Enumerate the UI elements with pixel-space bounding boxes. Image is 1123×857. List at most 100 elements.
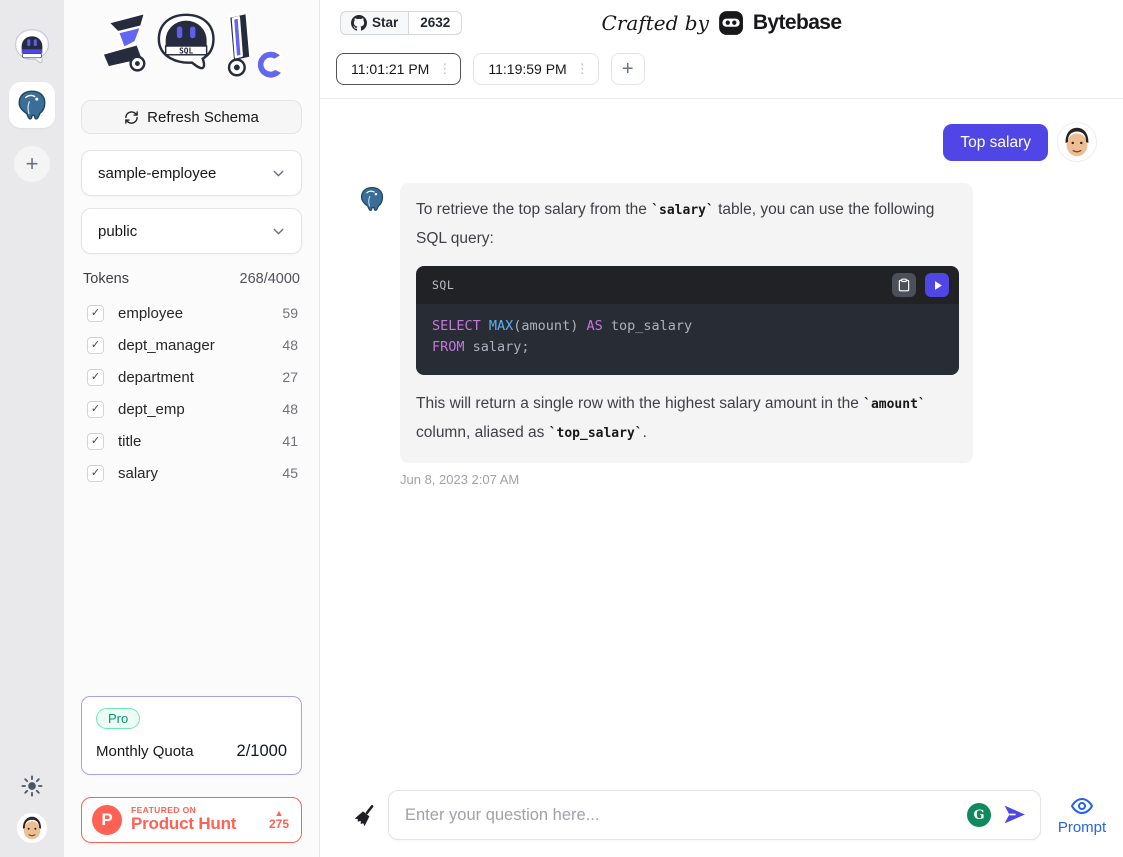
question-input[interactable]	[405, 806, 967, 825]
inline-code: `amount`	[863, 397, 926, 412]
add-connection-button[interactable]: +	[14, 146, 50, 182]
refresh-schema-button[interactable]: Refresh Schema	[81, 100, 302, 134]
checkbox-checked[interactable]: ✓	[87, 337, 104, 354]
table-list: ✓ employee 59 ✓ dept_manager 48 ✓ depart…	[81, 297, 302, 489]
database-select-value: sample-employee	[98, 165, 216, 182]
quota-value: 2/1000	[237, 742, 287, 761]
assistant-message-bubble: To retrieve the top salary from the `sal…	[400, 183, 973, 463]
star-count: 2632	[409, 11, 462, 35]
quota-card: Pro Monthly Quota 2/1000	[81, 696, 302, 775]
conversation-tab[interactable]: 11:19:59 PM ⋮	[473, 53, 598, 85]
svg-text:SQL: SQL	[179, 46, 193, 55]
checkbox-checked[interactable]: ✓	[87, 305, 104, 322]
schema-select-value: public	[98, 223, 137, 240]
sql-code-block: SQL	[416, 266, 959, 375]
table-token-count: 27	[282, 369, 298, 385]
sidebar-spacer	[81, 489, 302, 696]
top-bar: Star 2632 Crafted by Bytebase	[320, 0, 1123, 45]
postgres-connection-item[interactable]	[9, 82, 55, 128]
theme-toggle-sun-icon[interactable]	[21, 775, 43, 797]
quota-label: Monthly Quota	[96, 743, 194, 760]
assistant-paragraph-1: To retrieve the top salary from the `sal…	[416, 196, 957, 253]
workspace-rail: +	[0, 0, 64, 857]
checkbox-checked[interactable]: ✓	[87, 401, 104, 418]
message-list: Top salary	[320, 99, 1123, 857]
inline-code: `top_salary`	[549, 426, 643, 441]
user-account-avatar[interactable]	[17, 813, 47, 843]
checkbox-checked[interactable]: ✓	[87, 433, 104, 450]
new-conversation-button[interactable]: +	[611, 53, 645, 85]
table-token-count: 59	[282, 305, 298, 321]
message-timestamp: Jun 8, 2023 2:07 AM	[400, 472, 1097, 487]
assistant-paragraph-2: This will return a single row with the h…	[416, 390, 957, 448]
table-row-employee[interactable]: ✓ employee 59	[81, 297, 302, 329]
github-star-button[interactable]: Star 2632	[340, 11, 462, 35]
code-block-header: SQL	[416, 266, 959, 304]
conversation-tabbar: 11:01:21 PM ⋮ 11:19:59 PM ⋮ +	[320, 45, 1123, 99]
play-icon	[930, 278, 945, 293]
user-avatar	[1057, 122, 1097, 162]
checkbox-checked[interactable]: ✓	[87, 369, 104, 386]
table-row-dept-emp[interactable]: ✓ dept_emp 48	[81, 393, 302, 425]
assistant-postgres-avatar	[358, 185, 386, 213]
table-row-title[interactable]: ✓ title 41	[81, 425, 302, 457]
table-row-department[interactable]: ✓ department 27	[81, 361, 302, 393]
tab-menu-icon[interactable]: ⋮	[436, 61, 453, 77]
user-message-bubble: Top salary	[943, 124, 1048, 161]
clear-conversation-broom-icon[interactable]	[352, 802, 378, 828]
tokens-value: 268/4000	[240, 271, 300, 287]
tab-label: 11:19:59 PM	[488, 61, 566, 77]
table-name: department	[118, 369, 282, 386]
run-query-button[interactable]	[925, 273, 949, 297]
schema-sidebar: SQL Refresh Schema sampl	[64, 0, 320, 857]
product-hunt-name: Product Hunt	[131, 815, 260, 834]
prompt-label: Prompt	[1058, 819, 1106, 836]
checkbox-checked[interactable]: ✓	[87, 465, 104, 482]
table-name: salary	[118, 465, 282, 482]
product-hunt-logo-icon: P	[92, 805, 122, 835]
user-message-row: Top salary	[358, 122, 1097, 162]
tab-menu-icon[interactable]: ⋮	[574, 61, 591, 77]
table-name: title	[118, 433, 282, 450]
chat-main: Star 2632 Crafted by Bytebase 11:01:21 P…	[320, 0, 1123, 857]
copy-code-button[interactable]	[892, 273, 916, 297]
github-icon	[351, 15, 367, 31]
schema-select[interactable]: public	[81, 208, 302, 254]
sqlchat-logo: SQL	[81, 0, 302, 92]
table-row-dept-manager[interactable]: ✓ dept_manager 48	[81, 329, 302, 361]
table-token-count: 45	[282, 465, 298, 481]
clipboard-icon	[897, 278, 911, 292]
table-token-count: 48	[282, 337, 298, 353]
crafted-by-label: Crafted by	[602, 11, 709, 35]
pro-badge: Pro	[96, 708, 140, 729]
bytebase-brand-name: Bytebase	[753, 11, 842, 35]
postgresql-icon	[15, 88, 49, 122]
tab-label: 11:01:21 PM	[351, 61, 429, 77]
app-window: +	[0, 0, 1123, 857]
table-token-count: 41	[282, 433, 298, 449]
refresh-icon	[124, 110, 139, 125]
tokens-summary: Tokens 268/4000	[83, 271, 300, 287]
eye-icon	[1070, 794, 1094, 818]
grammarly-icon[interactable]: G	[967, 803, 991, 827]
database-select[interactable]: sample-employee	[81, 150, 302, 196]
send-button[interactable]	[1001, 802, 1027, 828]
product-hunt-badge[interactable]: P FEATURED ON Product Hunt ▲ 275	[81, 797, 302, 843]
paper-plane-icon	[1002, 802, 1027, 827]
table-name: dept_emp	[118, 401, 282, 418]
plus-icon: +	[26, 153, 39, 175]
conversation-tab-active[interactable]: 11:01:21 PM ⋮	[336, 53, 461, 85]
table-row-salary[interactable]: ✓ salary 45	[81, 457, 302, 489]
sqlchat-bot-icon[interactable]	[13, 28, 51, 66]
bytebase-logo-icon	[718, 10, 744, 36]
question-input-wrap: G	[388, 790, 1041, 840]
inline-code: `salary`	[651, 203, 714, 218]
prompt-button[interactable]: Prompt	[1051, 794, 1113, 836]
plus-icon: +	[622, 58, 634, 81]
upvote-count: ▲ 275	[269, 808, 289, 832]
table-token-count: 48	[282, 401, 298, 417]
code-body: SELECT MAX(amount) AS top_salary FROM sa…	[416, 304, 959, 375]
table-name: employee	[118, 305, 282, 322]
crafted-by-bytebase[interactable]: Crafted by Bytebase	[602, 10, 842, 36]
code-language-label: SQL	[432, 271, 454, 299]
